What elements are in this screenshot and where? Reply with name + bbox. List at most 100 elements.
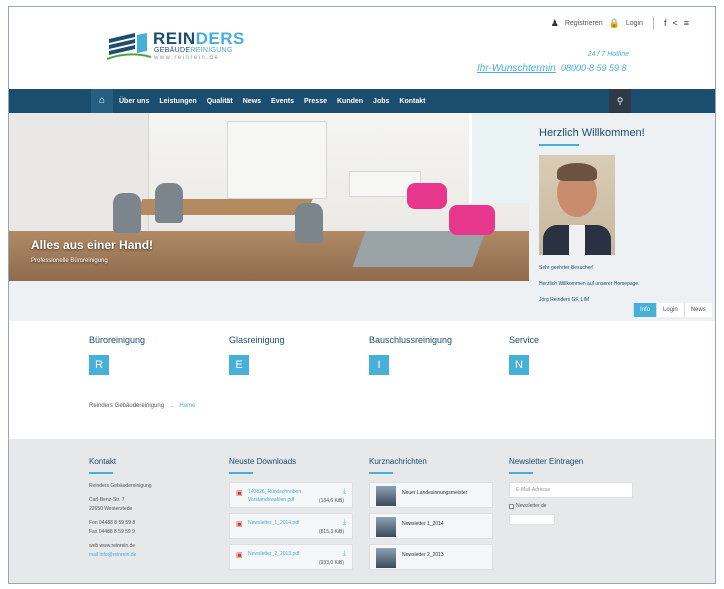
- logo[interactable]: REINDERS GEBÄUDEREINIGUNG www.reinrein.d…: [107, 27, 267, 63]
- search-icon[interactable]: ⚲: [609, 89, 631, 113]
- service-bueroreinigung[interactable]: Büroreinigung R: [89, 335, 145, 375]
- nav-item-leistungen[interactable]: Leistungen: [159, 98, 196, 105]
- download-icon[interactable]: ⤓: [343, 488, 346, 496]
- tab-login[interactable]: Login: [656, 303, 684, 317]
- tab-news[interactable]: News: [683, 303, 712, 317]
- lock-icon: 🔒: [608, 17, 620, 28]
- newsletter-checkbox[interactable]: [509, 503, 514, 509]
- service-letter-box: N: [509, 355, 529, 375]
- nav-item-jobs[interactable]: Jobs: [373, 98, 389, 105]
- appointment-link[interactable]: Ihr-Wunschtermin: [477, 63, 556, 74]
- news-title[interactable]: Neuer Landesinnungsmeister: [402, 490, 467, 496]
- hotline-label: 24 / 7 Hotline: [587, 51, 629, 58]
- welcome-line-3: Jörg Reinders GF, LIM: [539, 297, 590, 303]
- pdf-icon: ▣: [236, 490, 243, 497]
- welcome-line-1: Sehr geehrter Besucher!: [539, 265, 594, 271]
- divider: [652, 17, 654, 29]
- newsletter-submit-button[interactable]: [509, 514, 555, 525]
- service-service[interactable]: Service N: [509, 335, 539, 375]
- services-section: Büroreinigung R Glasreinigung E Bauschlu…: [9, 321, 715, 439]
- footer-contact: Kontakt Reinders Gebäudereinigung Carl-B…: [89, 457, 152, 560]
- hero-armchair: [407, 183, 447, 209]
- newsletter-email-input[interactable]: E-Mail-Adresse: [509, 482, 633, 498]
- news-title[interactable]: Newsletter 1_2014: [402, 521, 444, 527]
- welcome-tabs: Info Login News: [633, 303, 712, 317]
- rss-icon[interactable]: ≡: [684, 18, 689, 28]
- contact-mail[interactable]: mail info@reinrein.de: [89, 551, 152, 560]
- home-icon[interactable]: ⌂: [91, 89, 113, 113]
- nav-item-news[interactable]: News: [243, 98, 261, 105]
- hero-subtitle: Professionelle Büroreinigung: [31, 258, 108, 264]
- facebook-icon[interactable]: f: [664, 18, 667, 28]
- pdf-icon: ▣: [236, 552, 243, 559]
- footer-news-title: Kurznachrichten: [369, 457, 427, 466]
- news-title[interactable]: Newsletter 2_2013: [402, 552, 444, 558]
- breadcrumb: Reinders Gebäudereinigung → Home: [89, 403, 195, 409]
- footer-downloads: Neuste Downloads ▣ 140826_Rundschreiben …: [229, 457, 353, 575]
- hero-section: Alles aus einer Hand! Professionelle Bür…: [9, 113, 715, 321]
- register-link[interactable]: Registrieren: [565, 20, 603, 27]
- nav-item-qualitaet[interactable]: Qualität: [207, 98, 233, 105]
- logo-building-icon: [107, 33, 151, 60]
- contact-web[interactable]: web www.reinrein.de: [89, 542, 152, 551]
- tab-info[interactable]: Info: [633, 303, 657, 317]
- phone-number: 08000-8 59 59 8: [561, 63, 627, 73]
- news-thumbnail: [376, 517, 396, 537]
- contact-fax: Fax 04488 8 59 59 9: [89, 529, 135, 535]
- news-item[interactable]: Newsletter 1_2014: [369, 513, 493, 539]
- portrait-hair: [557, 163, 597, 181]
- contact-details: Reinders Gebäudereinigung Carl-Benz-Str.…: [89, 482, 152, 560]
- nav-item-kontakt[interactable]: Kontakt: [399, 98, 425, 105]
- breadcrumb-site[interactable]: Reinders Gebäudereinigung: [89, 403, 164, 409]
- footer-underline: [229, 472, 253, 474]
- hero-rug: [352, 231, 486, 267]
- download-icon[interactable]: ⤓: [343, 519, 346, 527]
- portrait-shirt: [569, 225, 585, 255]
- contact-fon: Fon 04488 8 59 59 8: [89, 520, 136, 526]
- service-title: Bauschlussreinigung: [369, 335, 453, 345]
- footer-underline: [89, 472, 113, 474]
- site-header: REINDERS GEBÄUDEREINIGUNG www.reinrein.d…: [9, 7, 715, 89]
- download-item[interactable]: ▣ 140826_Rundschreiben Vorstandswahlen.p…: [229, 482, 353, 508]
- nav-item-events[interactable]: Events: [271, 98, 294, 105]
- download-name[interactable]: Newsletter_1_2014.pdf: [248, 519, 334, 527]
- download-size: (933,0 KiB): [318, 560, 344, 566]
- pdf-icon: ▣: [236, 521, 243, 528]
- nav-item-ueber-uns[interactable]: Über uns: [119, 98, 149, 105]
- download-item[interactable]: ▣ Newsletter_2_2013.pdf ⤓ (933,0 KiB): [229, 544, 353, 570]
- welcome-title: Herzlich Willkommen!: [539, 127, 645, 139]
- footer-news: Kurznachrichten Neuer Landesinnungsmeist…: [369, 457, 493, 575]
- contact-city: 22650 Westerstede: [89, 506, 133, 512]
- service-bauschlussreinigung[interactable]: Bauschlussreinigung I: [369, 335, 452, 375]
- login-link[interactable]: Login: [626, 20, 643, 27]
- news-item[interactable]: Newsletter 2_2013: [369, 544, 493, 570]
- logo-url: www.reinrein.de: [154, 55, 220, 61]
- arrow-right-icon: →: [168, 403, 175, 409]
- footer-downloads-title: Neuste Downloads: [229, 457, 297, 466]
- footer-underline: [509, 472, 533, 474]
- service-letter-box: R: [89, 355, 109, 375]
- news-item[interactable]: Neuer Landesinnungsmeister: [369, 482, 493, 508]
- main-nav: ⌂ Über uns Leistungen Qualität News Even…: [9, 89, 715, 113]
- ceo-portrait: [539, 155, 615, 255]
- share-icon[interactable]: <: [672, 18, 677, 28]
- welcome-line-2: Herzlich Willkommen auf unserer Homepage…: [539, 281, 640, 287]
- nav-item-presse[interactable]: Presse: [304, 98, 327, 105]
- service-title: Service: [509, 335, 540, 345]
- logo-subtitle: GEBÄUDEREINIGUNG: [154, 47, 233, 54]
- hero-office-image: Alles aus einer Hand! Professionelle Bür…: [9, 113, 529, 281]
- service-letter-box: E: [229, 355, 249, 375]
- download-name[interactable]: Newsletter_2_2013.pdf: [248, 550, 334, 558]
- welcome-underline: [539, 144, 579, 146]
- user-icon: ♟: [550, 17, 559, 28]
- footer-contact-title: Kontakt: [89, 457, 117, 466]
- hero-cabinet: [227, 121, 327, 199]
- top-utility-bar: ♟ Registrieren 🔒 Login f < ≡: [551, 17, 689, 29]
- nav-item-kunden[interactable]: Kunden: [337, 98, 363, 105]
- footer-underline: [369, 472, 393, 474]
- download-item[interactable]: ▣ Newsletter_1_2014.pdf ⤓ (815,3 KiB): [229, 513, 353, 539]
- breadcrumb-home[interactable]: Home: [179, 403, 195, 409]
- download-icon[interactable]: ⤓: [343, 550, 346, 558]
- service-glasreinigung[interactable]: Glasreinigung E: [229, 335, 285, 375]
- newsletter-checkbox-label: Newsletter de: [516, 503, 547, 509]
